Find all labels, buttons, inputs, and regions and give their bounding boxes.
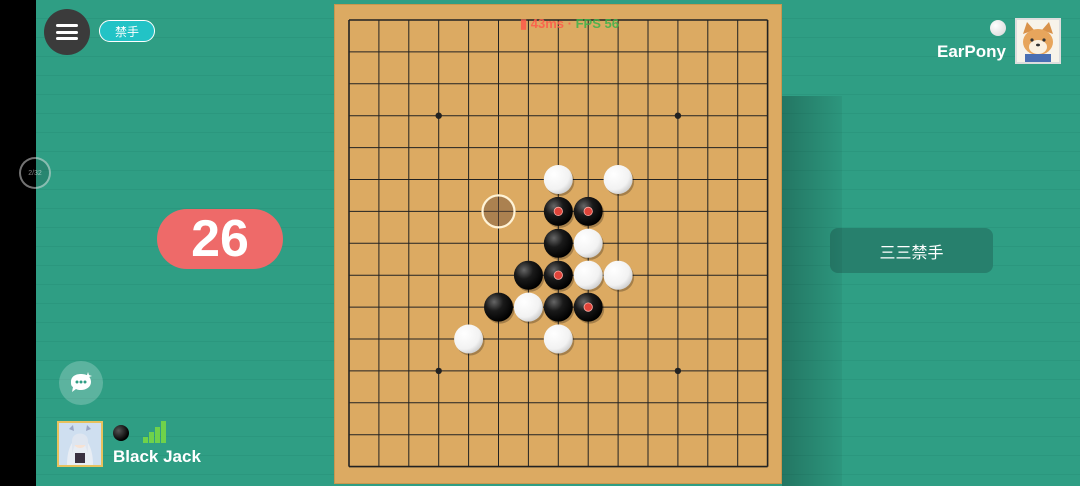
- chat-button[interactable]: [59, 361, 103, 405]
- fps-value: 56: [604, 16, 619, 31]
- move-counter: 26: [157, 209, 283, 269]
- signal-small-icon: ▮: [520, 16, 531, 31]
- white-stone: [543, 165, 573, 194]
- black-stone: [484, 292, 513, 322]
- player-opponent-name: EarPony: [937, 42, 1006, 61]
- forbidden-marker: [553, 206, 563, 216]
- chat-bubble-icon: [71, 372, 92, 392]
- player-self-avatar[interactable]: [57, 421, 103, 467]
- player-self-name: Black Jack: [113, 447, 201, 466]
- shiba-dog-avatar-image: [1017, 20, 1059, 62]
- black-stone: [543, 292, 573, 322]
- floating-ring-indicator[interactable]: 2/32: [19, 157, 51, 189]
- white-stone: [603, 260, 633, 290]
- white-stone: [543, 324, 573, 354]
- white-stone: [573, 228, 603, 258]
- star-point: [674, 367, 682, 375]
- fps-label: FPS: [575, 16, 601, 31]
- board-grid[interactable]: [335, 5, 783, 485]
- self-black-stone-icon: [113, 425, 129, 441]
- forbidden-marker: [553, 270, 563, 280]
- anime-girl-avatar-image: [59, 423, 101, 465]
- white-stone: [513, 292, 543, 322]
- menu-list-icon: [56, 24, 78, 40]
- forbidden-rule-badge[interactable]: 禁手: [99, 20, 155, 42]
- star-point: [674, 112, 682, 119]
- left-edge-bar: [0, 0, 36, 486]
- signal-strength-icon: [143, 421, 167, 443]
- white-stone: [573, 260, 603, 290]
- black-stone: [513, 260, 543, 290]
- white-stone: [454, 324, 484, 354]
- white-stone: [603, 165, 633, 194]
- network-status: ▮ 43ms · FPS 56: [520, 16, 619, 31]
- placement-cursor[interactable]: [481, 194, 516, 229]
- ping-value: 43ms: [530, 16, 565, 31]
- star-point: [435, 112, 442, 119]
- opponent-white-stone-icon: [990, 20, 1006, 36]
- menu-button[interactable]: [44, 9, 90, 55]
- forbidden-marker: [583, 302, 593, 312]
- black-stone: [543, 228, 573, 258]
- forbidden-move-banner: 三三禁手: [830, 228, 993, 273]
- star-point: [435, 367, 442, 375]
- player-opponent-avatar[interactable]: [1015, 18, 1061, 64]
- gomoku-board[interactable]: [334, 4, 782, 484]
- board-shadow: [782, 96, 842, 486]
- forbidden-marker: [583, 206, 593, 216]
